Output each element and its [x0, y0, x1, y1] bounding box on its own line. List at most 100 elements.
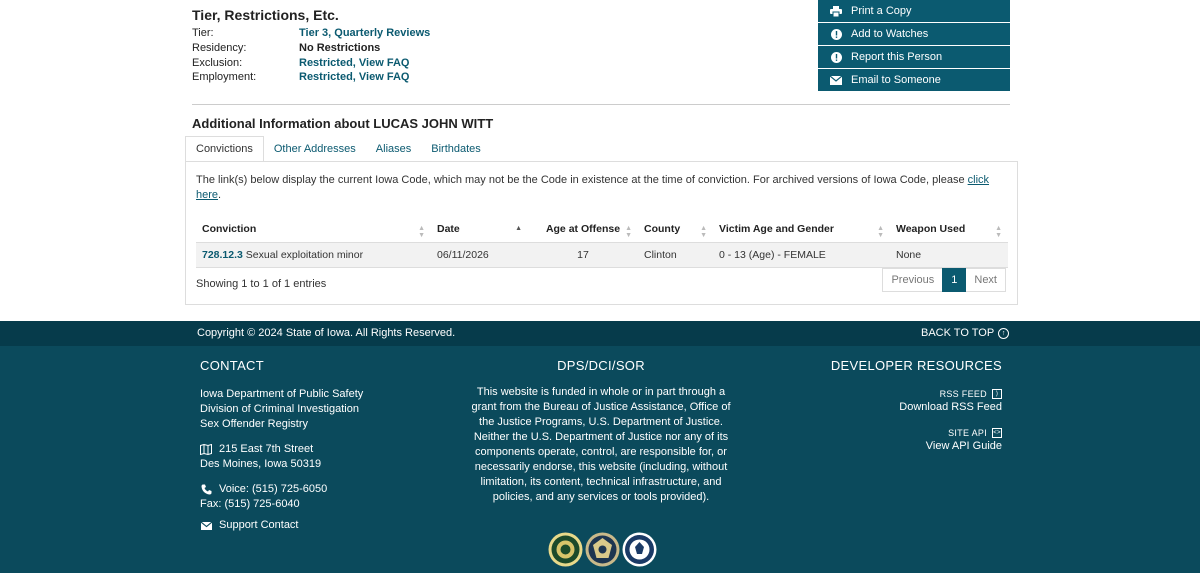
col-age-label: Age at Offense: [545, 223, 621, 236]
cell-weapon: None: [890, 242, 1008, 268]
back-to-top-link[interactable]: BACK TO TOP ↑: [921, 327, 1010, 339]
info-icon: [830, 28, 842, 40]
phone-icon: [200, 484, 212, 496]
additional-info-title: Additional Information about LUCAS JOHN …: [192, 116, 494, 131]
col-date[interactable]: Date ▲: [431, 217, 528, 243]
address-line-1: 215 East 7th Street: [200, 442, 460, 457]
rss-label-text: RSS FEED: [939, 389, 987, 399]
agency-seals: [548, 532, 657, 567]
col-victim-label: Victim Age and Gender: [719, 223, 834, 236]
copyright-text: Copyright © 2024 State of Iowa. All Righ…: [197, 327, 456, 339]
pagination: Previous 1 Next: [882, 268, 1006, 292]
cell-county: Clinton: [638, 242, 713, 268]
api-label: SITE API <>: [802, 428, 1002, 438]
envelope-icon: [200, 520, 212, 532]
org-line-1: Iowa Department of Public Safety: [200, 388, 364, 400]
convictions-panel: The link(s) below display the current Io…: [185, 161, 1018, 305]
next-button[interactable]: Next: [966, 268, 1006, 292]
email-label: Email to Someone: [851, 74, 941, 86]
cell-conviction: 728.12.3 Sexual exploitation minor: [196, 242, 431, 268]
support-line: Support Contact: [200, 518, 460, 533]
email-button[interactable]: Email to Someone: [818, 69, 1010, 92]
exclusion-label: Exclusion:: [192, 57, 243, 69]
contact-column: CONTACT Iowa Department of Public Safety…: [200, 358, 460, 533]
section-title: Tier, Restrictions, Etc.: [192, 7, 339, 23]
employment-link[interactable]: Restricted, View FAQ: [299, 71, 409, 83]
cell-date: 06/11/2026: [431, 242, 528, 268]
rss-label: RSS FEED): [802, 389, 1002, 399]
print-label: Print a Copy: [851, 5, 912, 17]
residency-label: Residency:: [192, 42, 247, 54]
address-street: 215 East 7th Street: [219, 443, 314, 455]
employment-row: Employment: Restricted, View FAQ: [192, 71, 409, 83]
fax-line: Fax: (515) 725-6040: [200, 498, 300, 510]
exclusion-link[interactable]: Restricted, View FAQ: [299, 57, 409, 69]
developer-column: DEVELOPER RESOURCES RSS FEED) Download R…: [802, 358, 1002, 452]
envelope-icon: [830, 74, 842, 86]
add-to-watches-button[interactable]: Add to Watches: [818, 23, 1010, 46]
tier-row: Tier: Tier 3, Quarterly Reviews: [192, 27, 430, 39]
tab-birthdates[interactable]: Birthdates: [421, 136, 491, 162]
tab-convictions[interactable]: Convictions: [185, 136, 264, 162]
page-1-button[interactable]: 1: [942, 268, 967, 292]
table-row: 728.12.3 Sexual exploitation minor 06/11…: [196, 242, 1008, 268]
org-line-2: Division of Criminal Investigation: [200, 403, 359, 415]
previous-button[interactable]: Previous: [882, 268, 943, 292]
report-person-label: Report this Person: [851, 51, 943, 63]
funding-text: This website is funded in whole or in pa…: [471, 386, 731, 503]
code-link[interactable]: 728.12.3: [202, 249, 243, 261]
voice-link[interactable]: Voice: (515) 725-6050: [219, 482, 327, 497]
tier-link[interactable]: Tier 3, Quarterly Reviews: [299, 27, 430, 39]
convictions-table: Conviction ▲ ▼ Date ▲ Age at Offense ▲ ▼ Coun…: [196, 217, 1008, 268]
residency-row: Residency: No Restrictions: [192, 42, 380, 54]
sort-icon: ▲ ▼: [625, 225, 632, 239]
residency-value: No Restrictions: [299, 42, 381, 54]
cell-victim: 0 - 13 (Age) - FEMALE: [713, 242, 890, 268]
col-weapon-label: Weapon Used: [896, 223, 966, 236]
copyright-bar: Copyright © 2024 State of Iowa. All Righ…: [0, 321, 1200, 346]
download-rss-link[interactable]: Download RSS Feed: [899, 401, 1002, 413]
sort-icon: ▲ ▼: [995, 225, 1002, 239]
add-to-watches-label: Add to Watches: [851, 28, 929, 40]
funding-column: DPS/DCI/SOR This website is funded in wh…: [470, 358, 732, 505]
support-contact-link[interactable]: Support Contact: [219, 518, 299, 533]
cell-age: 17: [528, 242, 638, 268]
developer-heading: DEVELOPER RESOURCES: [830, 358, 1002, 373]
col-age[interactable]: Age at Offense ▲ ▼: [528, 217, 638, 243]
table-header-row: Conviction ▲ ▼ Date ▲ Age at Offense ▲ ▼ Coun…: [196, 217, 1008, 243]
sort-asc-icon: ▲: [515, 225, 522, 232]
api-label-text: SITE API: [948, 428, 987, 438]
dps-seal-icon: [548, 532, 583, 567]
contact-heading: CONTACT: [200, 358, 264, 373]
arrow-up-circle-icon: ↑: [998, 327, 1010, 339]
col-conviction[interactable]: Conviction ▲ ▼: [196, 217, 431, 243]
tab-aliases[interactable]: Aliases: [366, 136, 421, 162]
info-icon: [830, 51, 842, 63]
col-weapon[interactable]: Weapon Used ▲ ▼: [890, 217, 1008, 243]
api-guide-link[interactable]: View API Guide: [926, 440, 1002, 452]
conviction-desc: Sexual exploitation minor: [245, 248, 364, 261]
col-county-label: County: [644, 223, 681, 236]
col-county[interactable]: County ▲ ▼: [638, 217, 713, 243]
employment-label: Employment:: [192, 71, 257, 83]
voice-line: Voice: (515) 725-6050: [200, 482, 460, 497]
map-icon: [200, 444, 212, 456]
tier-label: Tier:: [192, 27, 214, 39]
rss-icon: ): [992, 389, 1002, 399]
sor-seal-icon: [622, 532, 657, 567]
print-button[interactable]: Print a Copy: [818, 0, 1010, 23]
exclusion-row: Exclusion: Restricted, View FAQ: [192, 57, 409, 69]
funding-heading: DPS/DCI/SOR: [557, 358, 645, 373]
code-note-text: The link(s) below display the current Io…: [196, 174, 968, 186]
entries-info: Showing 1 to 1 of 1 entries: [196, 278, 327, 290]
sort-icon: ▲ ▼: [418, 225, 425, 239]
printer-icon: [830, 5, 842, 17]
footer: CONTACT Iowa Department of Public Safety…: [0, 346, 1200, 573]
report-person-button[interactable]: Report this Person: [818, 46, 1010, 69]
col-victim[interactable]: Victim Age and Gender ▲ ▼: [713, 217, 890, 243]
dci-seal-icon: [585, 532, 620, 567]
code-icon: <>: [992, 428, 1002, 438]
action-panel: Print a Copy Add to Watches Report this …: [818, 0, 1010, 92]
col-date-label: Date: [437, 223, 460, 236]
tab-other-addresses[interactable]: Other Addresses: [264, 136, 366, 162]
